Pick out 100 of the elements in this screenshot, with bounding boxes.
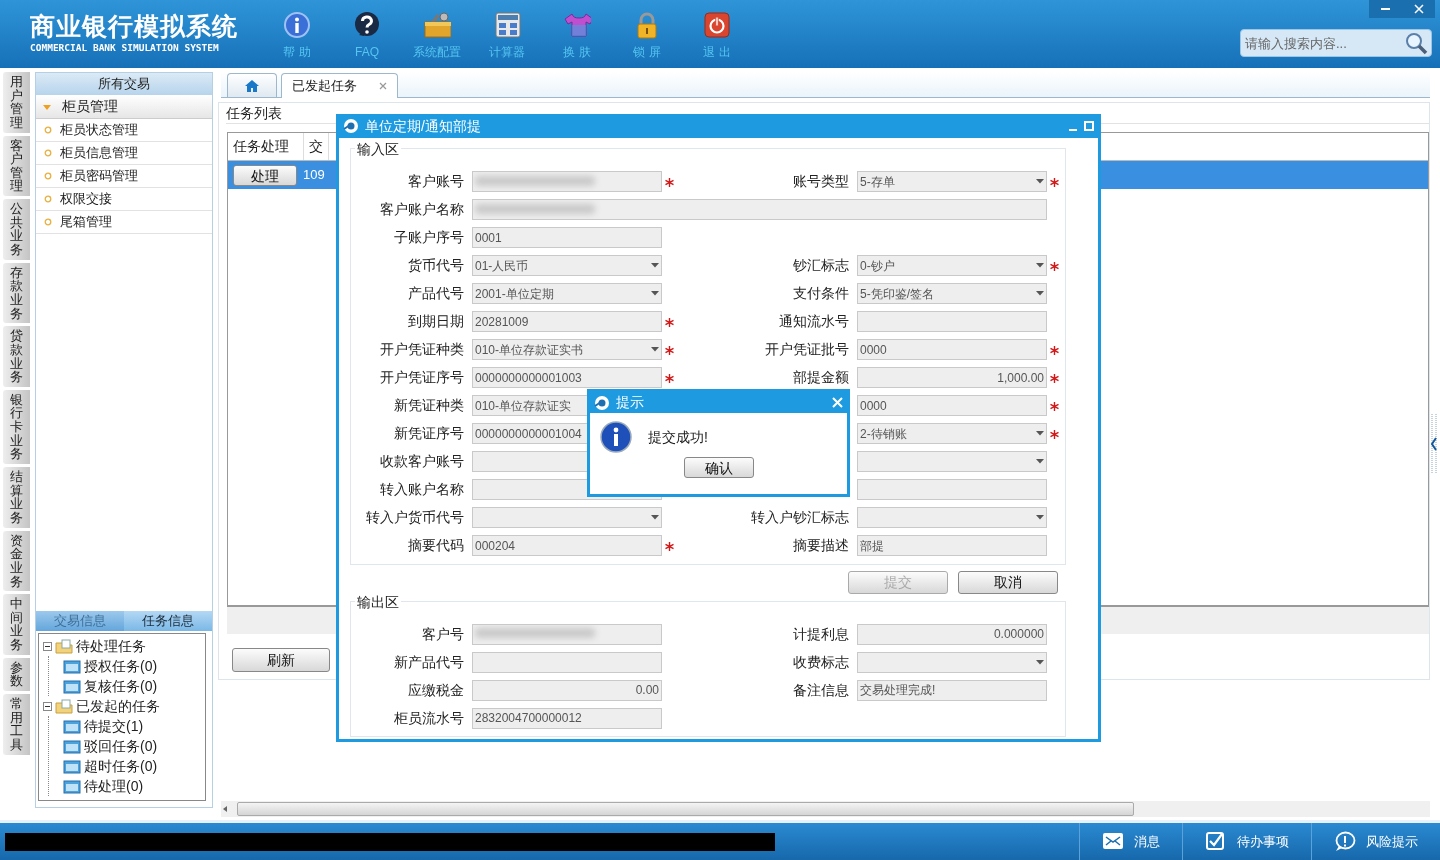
search-field[interactable]: 请输入搜索内容... [1240, 29, 1432, 57]
dropdown-arrow-icon [1036, 291, 1044, 296]
tree-item[interactable]: 待处理任务 [43, 636, 201, 656]
select-field[interactable]: 01-人民币 [472, 255, 662, 276]
section-title: 输入区 [355, 140, 401, 158]
field-label: 应缴税金 [407, 680, 464, 700]
envelope-icon [1102, 831, 1124, 852]
side-tab[interactable]: 参数 [3, 657, 30, 691]
input-field[interactable]: 0.000000 [857, 623, 1047, 645]
tree-item[interactable]: 复核任务(0) [63, 676, 201, 696]
input-field[interactable]: 000204 [472, 535, 662, 556]
toolbox-icon [423, 11, 451, 39]
confirm-button[interactable]: 确认 [683, 457, 754, 478]
select-field[interactable]: 2001-单位定期 [472, 283, 662, 304]
field-label: 通知流水号 [778, 312, 849, 331]
page-tab[interactable] [227, 73, 277, 97]
field-label: 收费标志 [792, 652, 849, 672]
side-tab[interactable]: 中间业务 [3, 594, 30, 655]
maximize-icon[interactable] [1084, 121, 1094, 131]
home-icon [244, 78, 260, 93]
checkbox-icon [1205, 831, 1227, 852]
side-tab[interactable]: 客户管理 [3, 135, 30, 197]
tree-item[interactable]: 待处理(0) [63, 776, 201, 796]
field-label: 柜员流水号 [393, 708, 464, 728]
side-tab[interactable]: 资金业务 [3, 530, 30, 592]
side-tab[interactable]: 常用工具 [3, 694, 30, 755]
input-field[interactable] [857, 311, 1047, 332]
column-header: 任务处理 [228, 133, 304, 160]
field-label: 备注信息 [792, 680, 849, 700]
input-field[interactable]: 2832004700000012 [472, 707, 662, 729]
input-field[interactable] [472, 199, 1047, 220]
tree-item[interactable]: 授权任务(0) [63, 656, 201, 676]
input-field[interactable]: 1,000.00 [857, 367, 1047, 388]
select-field[interactable] [857, 507, 1047, 528]
select-field[interactable]: 0-钞户 [857, 255, 1047, 276]
menu-group[interactable]: 柜员管理 [36, 95, 212, 119]
info-tab[interactable]: 任务信息 [124, 611, 212, 631]
input-field[interactable]: 部提 [857, 535, 1047, 556]
minimize-button[interactable] [1369, 0, 1402, 18]
side-tab[interactable]: 用户管理 [3, 72, 30, 133]
status-button[interactable]: 风险提示 [1311, 823, 1440, 860]
field-label: 转入户货币代号 [365, 508, 464, 527]
shirt-icon [563, 11, 591, 39]
input-field[interactable]: 20281009 [472, 311, 662, 332]
info-icon [600, 421, 632, 453]
field-label: 客户号 [421, 624, 464, 644]
field-label: 支付条件 [792, 284, 849, 303]
folder-icon [63, 678, 81, 694]
speech-bubble-icon [1334, 831, 1356, 852]
input-field[interactable] [472, 171, 662, 192]
close-icon [1413, 4, 1424, 14]
field-label: 到期日期 [407, 312, 464, 331]
status-button[interactable]: 消息 [1079, 823, 1182, 860]
side-tab[interactable]: 贷款业务 [3, 326, 30, 387]
collapse-handle-icon[interactable] [1430, 414, 1438, 474]
input-field[interactable]: 0000000000001003 [472, 367, 662, 388]
input-field[interactable]: 0000 [857, 395, 1047, 416]
refresh-button[interactable]: 刷新 [232, 648, 330, 672]
scrollbar[interactable] [221, 801, 1430, 817]
dropdown-arrow-icon [1036, 263, 1044, 268]
field-label: 产品代号 [407, 284, 464, 303]
cancel-button[interactable]: 取消 [958, 571, 1058, 594]
tree-item[interactable]: 已发起的任务 [43, 696, 201, 716]
side-tab[interactable]: 结算业务 [3, 467, 30, 528]
close-icon [379, 82, 387, 90]
process-button[interactable]: 处理 [233, 164, 297, 186]
select-field[interactable]: 2-待销账 [857, 423, 1047, 444]
field-label: 新凭证种类 [393, 396, 464, 415]
select-field[interactable]: 5-凭印鉴/签名 [857, 283, 1047, 304]
input-field[interactable]: 0.00 [472, 679, 662, 701]
input-field[interactable]: 0000 [857, 339, 1047, 360]
dropdown-arrow-icon [1036, 459, 1044, 464]
field-label: 开户凭证种类 [379, 340, 464, 359]
input-field[interactable] [472, 623, 662, 645]
input-field[interactable]: 交易处理完成! [857, 679, 1047, 701]
close-button[interactable] [1402, 0, 1435, 18]
select-field[interactable] [857, 651, 1047, 673]
input-field[interactable] [857, 479, 1047, 500]
dropdown-arrow-icon [651, 263, 659, 268]
folder-icon [63, 718, 81, 734]
column-header: 交 [304, 133, 329, 160]
side-tab[interactable]: 银行卡业务 [3, 389, 30, 464]
menu-header: 所有交易 [36, 73, 212, 95]
search-icon [1404, 31, 1428, 55]
select-field[interactable] [857, 451, 1047, 472]
bullet-icon [44, 195, 52, 203]
field-label: 摘要描述 [792, 536, 849, 555]
close-icon[interactable] [832, 397, 843, 408]
tree-item[interactable]: 超时任务(0) [63, 756, 201, 776]
status-button[interactable]: 待办事项 [1182, 823, 1311, 860]
tree-item[interactable]: 驳回任务(0) [63, 736, 201, 756]
select-field[interactable]: 5-存单 [857, 171, 1047, 192]
side-tab[interactable]: 存款业务 [3, 262, 30, 324]
input-field[interactable] [472, 651, 662, 673]
select-field[interactable]: 010-单位存款证实书 [472, 339, 662, 360]
side-tab[interactable]: 公共业务 [3, 199, 30, 260]
page-tab[interactable]: 已发起任务 [281, 73, 398, 98]
input-field[interactable]: 0001 [472, 227, 662, 248]
tree-item[interactable]: 待提交(1) [63, 716, 201, 736]
select-field[interactable] [472, 507, 662, 528]
